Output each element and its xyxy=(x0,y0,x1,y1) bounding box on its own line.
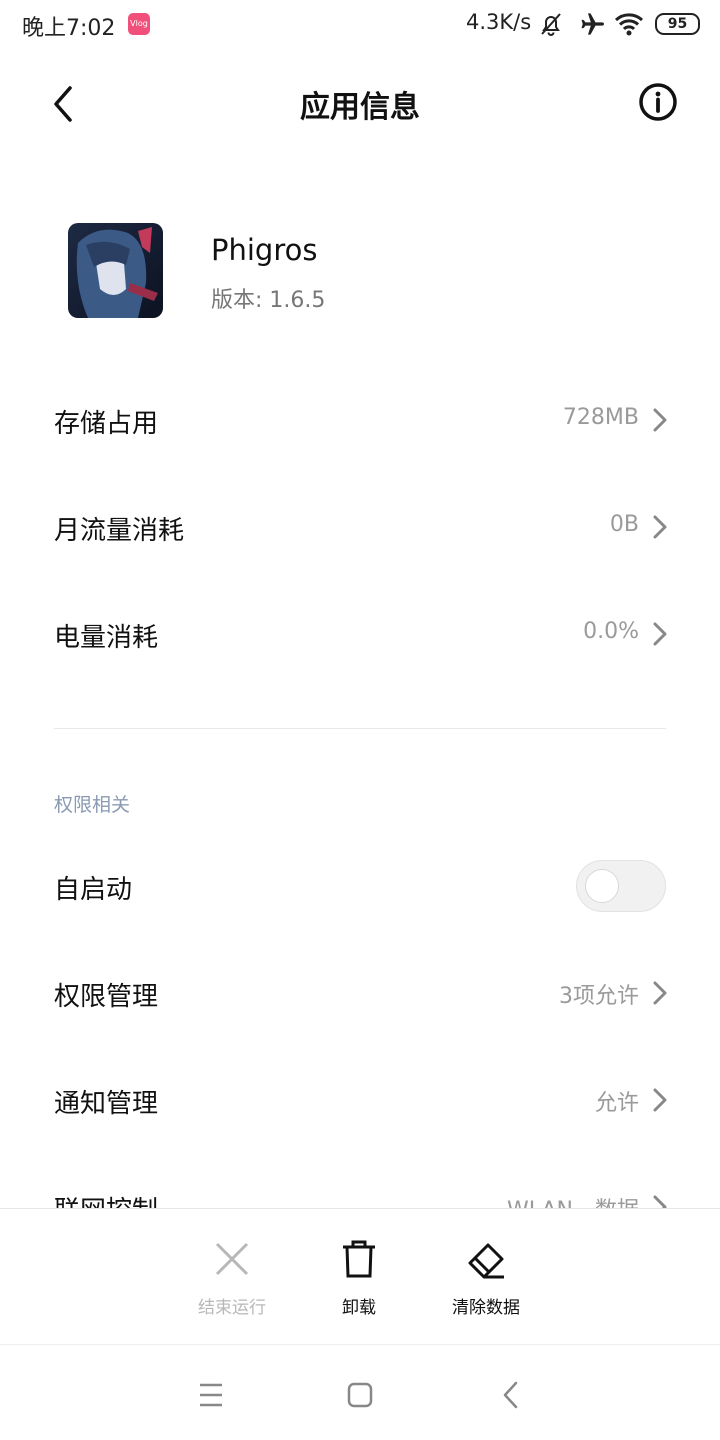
status-time: 晚上7:02 xyxy=(22,16,116,41)
chevron-right-icon xyxy=(653,1195,667,1208)
eraser-icon xyxy=(468,1243,504,1279)
section-header-permissions: 权限相关 xyxy=(54,794,131,816)
navigation-bar xyxy=(0,1344,720,1440)
battery-indicator: 95 xyxy=(655,13,700,35)
row-value: 0B xyxy=(609,512,639,537)
battery-usage-row[interactable]: 电量消耗 0.0% xyxy=(0,595,720,675)
app-icon xyxy=(68,223,163,318)
row-label: 通知管理 xyxy=(54,1089,159,1119)
status-bar: 晚上7:02 Vlog 4.3K/s 95 xyxy=(0,0,720,50)
menu-icon[interactable] xyxy=(191,1375,231,1415)
action-label: 卸载 xyxy=(342,1298,376,1318)
data-usage-row[interactable]: 月流量消耗 0B xyxy=(0,488,720,568)
info-icon[interactable] xyxy=(634,78,682,126)
row-value: 0.0% xyxy=(583,619,639,644)
wifi-icon xyxy=(614,13,644,36)
clear-data-button[interactable]: 清除数据 xyxy=(426,1239,546,1318)
row-label: 电量消耗 xyxy=(54,623,159,653)
title-bar: 应用信息 xyxy=(0,60,720,144)
action-label: 结束运行 xyxy=(198,1298,266,1318)
notification-management-row[interactable]: 通知管理 允许 xyxy=(0,1061,720,1141)
nav-back-icon[interactable] xyxy=(492,1375,532,1415)
home-icon[interactable] xyxy=(340,1375,380,1415)
bell-muted-icon xyxy=(541,13,561,36)
row-label: 月流量消耗 xyxy=(54,516,185,546)
row-label: 权限管理 xyxy=(54,982,159,1012)
action-bar: 结束运行 卸载 清除数据 xyxy=(0,1208,720,1344)
force-stop-button[interactable]: 结束运行 xyxy=(172,1239,292,1318)
toggle-knob xyxy=(585,869,619,903)
row-value: 3项允许 xyxy=(559,984,639,1009)
storage-usage-row[interactable]: 存储占用 728MB xyxy=(0,381,720,461)
chevron-right-icon xyxy=(653,515,667,539)
close-icon xyxy=(215,1242,249,1276)
action-label: 清除数据 xyxy=(452,1298,520,1318)
row-value: 允许 xyxy=(594,1091,639,1116)
autostart-toggle[interactable] xyxy=(576,860,666,912)
trash-icon xyxy=(343,1240,375,1278)
uninstall-button[interactable]: 卸载 xyxy=(299,1239,419,1318)
row-value: 728MB xyxy=(562,405,639,430)
network-control-row[interactable]: 联网控制 WLAN、数据 xyxy=(0,1168,720,1208)
chevron-right-icon xyxy=(653,1088,667,1112)
permission-management-row[interactable]: 权限管理 3项允许 xyxy=(0,954,720,1034)
row-label: 联网控制 xyxy=(54,1190,158,1208)
scroll-clip: 联网控制 WLAN、数据 xyxy=(0,1160,720,1208)
row-label: 存储占用 xyxy=(54,409,159,439)
row-label: 自启动 xyxy=(54,875,133,905)
app-name: Phigros xyxy=(211,233,318,267)
network-speed: 4.3K/s xyxy=(466,10,532,34)
airplane-mode-icon xyxy=(581,13,604,35)
app-version: 版本: 1.6.5 xyxy=(211,288,326,313)
row-value: WLAN、数据 xyxy=(507,1192,639,1208)
page-title: 应用信息 xyxy=(300,90,420,125)
divider xyxy=(54,728,666,729)
chevron-right-icon xyxy=(653,408,667,432)
vlog-notification-icon: Vlog xyxy=(128,13,150,35)
chevron-right-icon xyxy=(653,981,667,1005)
chevron-right-icon xyxy=(653,622,667,646)
